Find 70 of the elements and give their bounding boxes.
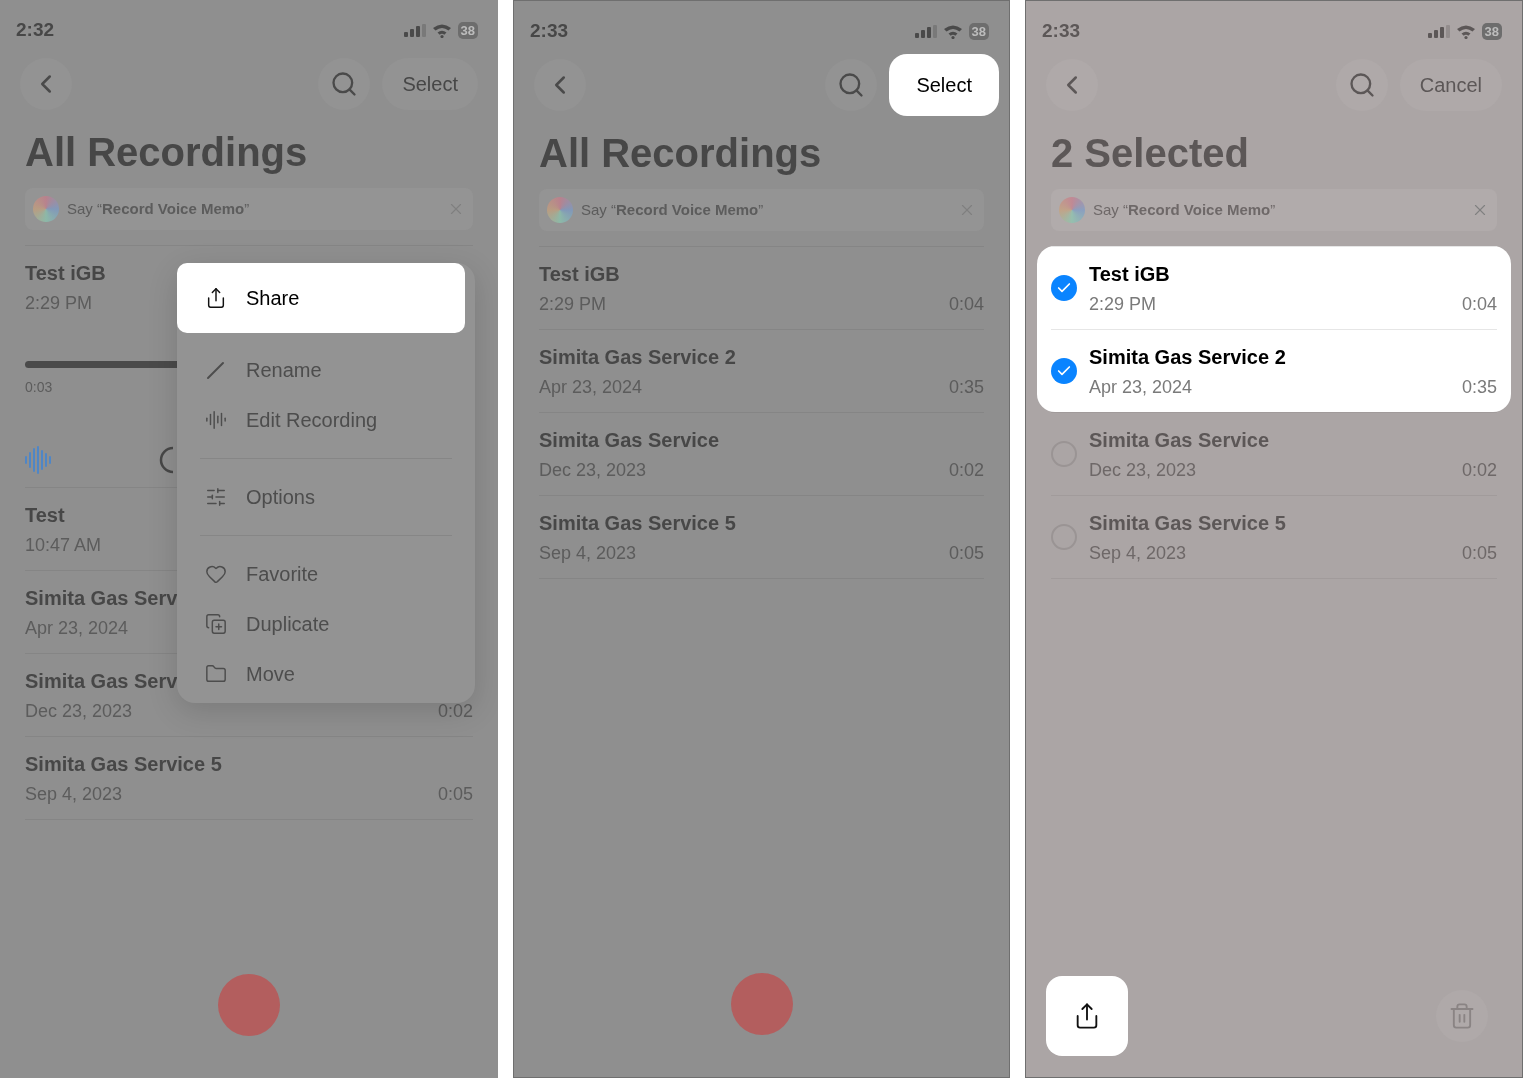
recording-title: Test iGB: [25, 261, 106, 286]
page-title: 2 Selected: [1051, 130, 1250, 177]
menu-item[interactable]: Options: [177, 472, 475, 522]
recording-title: Test iGB: [539, 262, 620, 287]
selected-row[interactable]: Test iGB 2:29 PM 0:04: [1037, 246, 1511, 329]
recording-title: Simita Gas Service 5: [539, 511, 736, 536]
recording-duration: 0:35: [1461, 376, 1497, 399]
nav-action-button[interactable]: Select: [889, 54, 999, 116]
menu-item[interactable]: Rename: [177, 345, 475, 395]
waveform-icon: [205, 409, 227, 431]
signal-icon: [914, 24, 937, 38]
menu-item[interactable]: Move: [177, 649, 475, 699]
recording-title: Simita Gas Service 5: [25, 752, 222, 777]
menu-item[interactable]: Favorite: [177, 549, 475, 599]
recording-title: Simita Gas Service: [1089, 428, 1270, 453]
sliders-icon: [205, 486, 227, 508]
folder-icon: [205, 663, 227, 685]
recording-title: Simita Gas Serv: [25, 669, 178, 694]
recording-title: Test iGB: [1089, 262, 1170, 287]
recording-date: Apr 23, 2024: [1089, 376, 1193, 399]
search-icon: [1347, 71, 1376, 99]
menu-item[interactable]: Edit Recording: [177, 395, 475, 445]
battery-level: 38: [457, 21, 478, 39]
menu-item[interactable]: Share: [177, 263, 465, 333]
heart-icon: [205, 563, 227, 585]
duplicate-icon: [205, 613, 227, 635]
recording-title: Simita Gas Service 5: [1089, 511, 1286, 536]
recording-title: Simita Gas Serv: [25, 586, 178, 611]
share-button[interactable]: [1046, 976, 1128, 1056]
search-icon: [837, 71, 866, 99]
search-icon: [330, 70, 359, 98]
recording-title: Test: [25, 503, 65, 528]
recording-date: 2:29 PM: [1089, 293, 1157, 316]
recording-title: Simita Gas Service: [539, 428, 720, 453]
selected-row[interactable]: Simita Gas Service 2 Apr 23, 2024 0:35: [1037, 329, 1511, 412]
signal-icon: [1427, 24, 1450, 38]
recording-duration: 0:05: [1461, 542, 1497, 565]
siri-tip-text: Say “Record Voice Memo”: [67, 198, 251, 219]
page-title: All Recordings: [539, 130, 823, 177]
recording-date: Dec 23, 2023: [1089, 459, 1197, 482]
share-icon: [205, 287, 227, 309]
wifi-icon: [431, 22, 452, 38]
recording-duration: 0:02: [1461, 459, 1497, 482]
trash-icon: [1448, 1002, 1476, 1030]
page-title: All Recordings: [25, 129, 309, 176]
pencil-icon: [205, 359, 227, 381]
recording-title: Simita Gas Service 2: [1089, 345, 1286, 370]
nav-action-button[interactable]: Cancel: [1399, 59, 1502, 111]
signal-icon: [403, 23, 426, 37]
orb-icon: [1059, 197, 1085, 223]
selection-checkbox[interactable]: [1051, 275, 1077, 301]
recording-duration: 0:04: [1461, 293, 1497, 316]
orb-icon: [547, 197, 573, 223]
siri-tip-text: Say “Record Voice Memo”: [581, 199, 765, 220]
menu-item[interactable]: Duplicate: [177, 599, 475, 649]
nav-action-button[interactable]: Select: [382, 58, 478, 110]
selection-checkbox[interactable]: [1051, 358, 1077, 384]
wifi-icon: [1455, 23, 1476, 39]
recording-title: Simita Gas Service 2: [539, 345, 736, 370]
battery-level: 38: [968, 22, 989, 40]
orb-icon: [33, 196, 59, 222]
siri-tip-text: Say “Record Voice Memo”: [1093, 199, 1277, 220]
status-time: 2:33: [530, 18, 569, 43]
wifi-icon: [942, 23, 963, 39]
status-time: 2:33: [1042, 18, 1081, 43]
battery-level: 38: [1481, 22, 1502, 40]
waveform-icon[interactable]: [25, 446, 51, 474]
rewind-icon[interactable]: [159, 446, 175, 474]
status-time: 2:32: [16, 17, 55, 42]
recording-date: Sep 4, 2023: [1089, 542, 1187, 565]
